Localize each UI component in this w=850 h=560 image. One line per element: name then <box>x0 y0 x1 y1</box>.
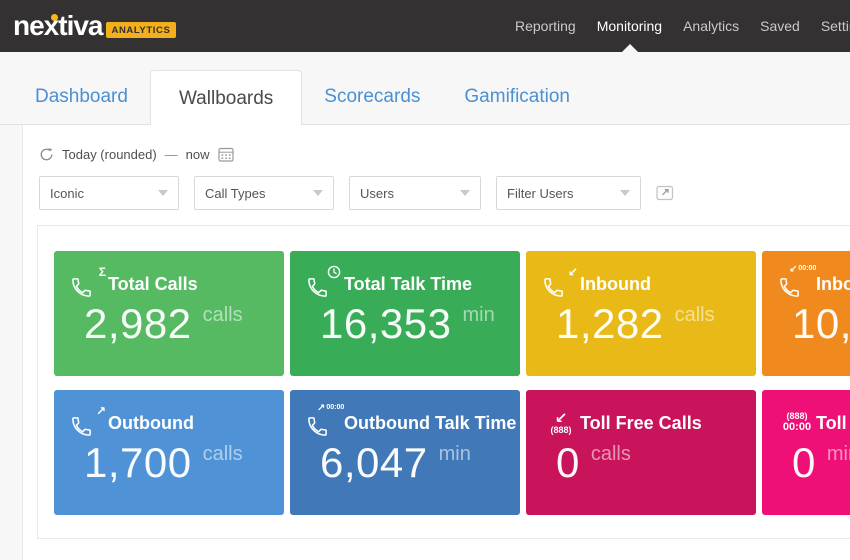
nav-reporting[interactable]: Reporting <box>515 18 576 34</box>
phone-clock-icon <box>306 268 344 300</box>
primary-nav: Reporting Monitoring Analytics Saved Set… <box>515 0 850 52</box>
card-title: Total Talk Time <box>344 274 472 295</box>
card-value: 10,3 <box>792 303 850 345</box>
dropdown-iconic[interactable]: Iconic <box>39 176 179 210</box>
nav-analytics[interactable]: Analytics <box>683 18 739 34</box>
metric-card-outbound-talk-time[interactable]: ↗00:00 Outbound Talk Time 6,047 min <box>290 390 520 515</box>
metric-card-inbound-talk-time[interactable]: ↙00:00 Inbou 10,3 <box>762 251 850 376</box>
card-unit: min <box>827 443 850 466</box>
chevron-down-icon <box>158 190 168 196</box>
tab-scorecards[interactable]: Scorecards <box>302 69 442 124</box>
card-title: Inbound <box>580 274 651 295</box>
card-unit: min <box>439 443 471 466</box>
card-value: 0 <box>792 442 816 484</box>
dropdown-call-types[interactable]: Call Types <box>194 176 334 210</box>
nav-monitoring[interactable]: Monitoring <box>597 18 662 34</box>
dropdown-value: Users <box>360 186 394 201</box>
card-value: 1,282 <box>556 303 664 345</box>
tab-wallboards[interactable]: Wallboards <box>150 70 302 125</box>
tab-gamification[interactable]: Gamification <box>442 69 592 124</box>
active-nav-pointer <box>622 44 638 52</box>
card-value: 0 <box>556 442 580 484</box>
card-unit: calls <box>675 304 715 327</box>
date-separator: — <box>163 147 180 162</box>
date-filter-row: Today (rounded) — now <box>23 125 850 162</box>
metric-card-total-talk-time[interactable]: Total Talk Time 16,353 min <box>290 251 520 376</box>
tab-bar: Dashboard Wallboards Scorecards Gamifica… <box>0 52 850 125</box>
date-range-label: Today (rounded) <box>62 147 157 162</box>
main-content: Today (rounded) — now Iconic Call Types <box>22 125 850 560</box>
open-in-new-icon[interactable] <box>656 185 674 201</box>
chevron-down-icon <box>620 190 630 196</box>
card-value: 16,353 <box>320 303 451 345</box>
phone-inbound-icon: ↙ <box>542 268 580 300</box>
nextiva-logo[interactable]: nextiva ANALYTICS <box>13 12 176 40</box>
card-row: ↗ Outbound 1,700 calls ↗00:00 Outbound T… <box>54 390 850 515</box>
phone-outbound-time-icon: ↗00:00 <box>306 407 344 439</box>
metric-card-outbound[interactable]: ↗ Outbound 1,700 calls <box>54 390 284 515</box>
card-title: Toll Free Calls <box>580 413 702 434</box>
refresh-icon[interactable] <box>39 147 54 162</box>
phone-sum-icon: Σ <box>70 268 108 300</box>
clock-icon <box>327 265 341 279</box>
card-title: Outbound Talk Time <box>344 413 516 434</box>
metric-card-toll-free-calls[interactable]: ↙ (888) Toll Free Calls 0 calls <box>526 390 756 515</box>
date-end-label: now <box>186 147 210 162</box>
card-unit: calls <box>203 304 243 327</box>
metric-card-total-calls[interactable]: Σ Total Calls 2,982 calls <box>54 251 284 376</box>
dropdown-value: Call Types <box>205 186 265 201</box>
chevron-down-icon <box>313 190 323 196</box>
dropdown-value: Iconic <box>50 186 84 201</box>
card-title: Total Calls <box>108 274 198 295</box>
nav-settings[interactable]: Settings <box>821 18 850 34</box>
nav-saved[interactable]: Saved <box>760 18 800 34</box>
metric-card-toll-free-min[interactable]: (888) 00:00 Toll F 0 min <box>762 390 850 515</box>
card-row: Σ Total Calls 2,982 calls <box>54 251 850 376</box>
card-unit: calls <box>591 443 631 466</box>
dropdown-value: Filter Users <box>507 186 573 201</box>
metric-card-inbound[interactable]: ↙ Inbound 1,282 calls <box>526 251 756 376</box>
tollfree-inbound-icon: ↙ (888) <box>542 407 580 439</box>
card-title: Inbou <box>816 274 850 295</box>
calendar-icon[interactable] <box>218 147 234 162</box>
card-value: 1,700 <box>84 442 192 484</box>
dropdown-filter-users[interactable]: Filter Users <box>496 176 641 210</box>
card-title: Outbound <box>108 413 194 434</box>
analytics-badge: ANALYTICS <box>106 22 177 38</box>
top-navigation-bar: nextiva ANALYTICS Reporting Monitoring A… <box>0 0 850 52</box>
wallboard-panel: Σ Total Calls 2,982 calls <box>37 225 850 539</box>
card-unit: min <box>462 304 494 327</box>
filter-dropdown-row: Iconic Call Types Users Filter Users <box>39 176 850 210</box>
phone-outbound-icon: ↗ <box>70 407 108 439</box>
tollfree-time-icon: (888) 00:00 <box>778 407 816 439</box>
card-title: Toll F <box>816 413 850 434</box>
dropdown-users[interactable]: Users <box>349 176 481 210</box>
card-value: 6,047 <box>320 442 428 484</box>
card-unit: calls <box>203 443 243 466</box>
phone-inbound-time-icon: ↙00:00 <box>778 268 816 300</box>
logo-dot-icon <box>51 14 58 21</box>
date-range-control[interactable]: Today (rounded) — now <box>62 147 210 162</box>
card-value: 2,982 <box>84 303 192 345</box>
tab-dashboard[interactable]: Dashboard <box>13 69 150 124</box>
chevron-down-icon <box>460 190 470 196</box>
